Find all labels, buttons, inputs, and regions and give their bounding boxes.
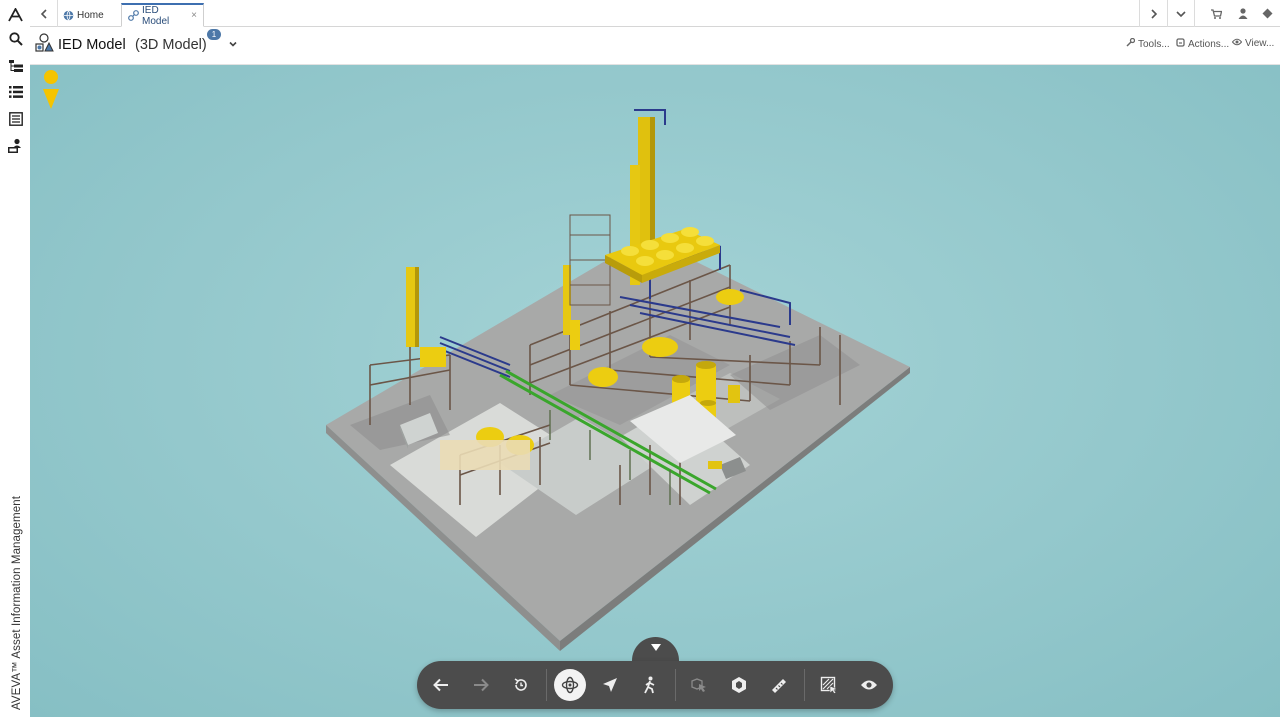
model-link-icon [128,10,139,21]
tab-scroll-left-button[interactable] [30,0,57,27]
back-button[interactable] [425,669,457,701]
user-button[interactable] [1234,5,1251,22]
3d-model-icon [35,33,54,52]
eye-icon [1231,38,1243,49]
tools-menu[interactable]: Tools... [1126,37,1170,50]
help-button[interactable] [1259,5,1276,22]
chevron-left-icon [40,8,47,19]
hierarchy-icon[interactable] [7,57,24,74]
reset-view-icon [514,678,527,691]
caret-down-icon [650,644,661,651]
document-list-icon[interactable] [7,110,24,127]
toolbar-divider [804,669,805,701]
tab-divider [1194,0,1195,27]
tab-home[interactable]: Home [57,3,110,27]
brand-text: AVEVA™ Asset Information Management [11,495,23,710]
model-box-icon [732,677,746,693]
view-menu[interactable]: View... [1231,38,1275,49]
fly-icon [603,678,617,692]
toolbar-divider [675,669,676,701]
help-icon [1262,8,1273,19]
tab-list-button[interactable] [1167,0,1194,27]
search-icon[interactable] [7,30,24,47]
fly-button[interactable] [594,669,626,701]
list-icon[interactable] [7,83,24,100]
walk-button[interactable] [634,669,666,701]
select-objects-button[interactable] [683,669,715,701]
chevron-right-icon [1150,8,1157,19]
tools-menu-label: Tools... [1138,38,1170,50]
visibility-button[interactable] [853,669,885,701]
notification-badge: 1 [207,29,221,40]
navigation-toolbar [417,661,893,709]
forward-button[interactable] [465,669,497,701]
model-box-button[interactable] [723,669,755,701]
globe-icon [63,9,74,21]
view-menu-label: View... [1245,38,1275,49]
vertical-brand-label: AVEVA™ Asset Information Management [9,470,23,710]
measure-icon [772,679,786,693]
forward-icon [474,678,489,692]
tab-label: Home [77,9,104,21]
actions-icon [1176,38,1185,50]
walk-icon [644,676,655,694]
aveva-logo-icon[interactable] [7,6,24,23]
cart-button[interactable] [1208,5,1225,22]
close-tab-button[interactable]: × [191,10,197,21]
select-objects-icon [691,678,706,692]
reset-view-button[interactable] [505,669,537,701]
wrench-icon [1126,37,1136,50]
chevron-down-icon [1175,10,1186,17]
street-view-pegman-button[interactable] [41,69,61,113]
tab-scroll-right-button[interactable] [1140,0,1167,27]
cart-icon [1211,8,1222,19]
tab-label: IED Model [142,4,170,27]
visibility-icon [861,680,877,690]
page-subtitle: (3D Model) [135,37,207,53]
orbit-button[interactable] [554,669,586,701]
left-rail: AVEVA™ Asset Information Management [0,0,30,720]
section-select-button[interactable] [813,669,845,701]
3d-viewport[interactable] [30,65,1280,717]
user-icon [1238,8,1247,19]
orbit-icon [561,676,579,694]
back-icon [433,678,448,692]
page-title: IED Model [58,37,126,53]
actions-menu[interactable]: Actions... [1176,38,1229,50]
actions-menu-label: Actions... [1188,38,1230,50]
pegman-icon [43,70,59,109]
tab-ied-model[interactable]: IED Model × [121,3,204,27]
tab-bar: Home IED Model × [30,0,1280,27]
measure-button[interactable] [763,669,795,701]
toolbar-divider [546,669,547,701]
user-document-icon[interactable] [7,137,24,154]
chevron-down-icon[interactable] [227,38,239,50]
plant-model-render[interactable] [30,65,1280,717]
page-header: IED Model (3D Model) 1 Tools... Actions.… [30,27,1280,65]
section-select-icon [820,676,838,694]
